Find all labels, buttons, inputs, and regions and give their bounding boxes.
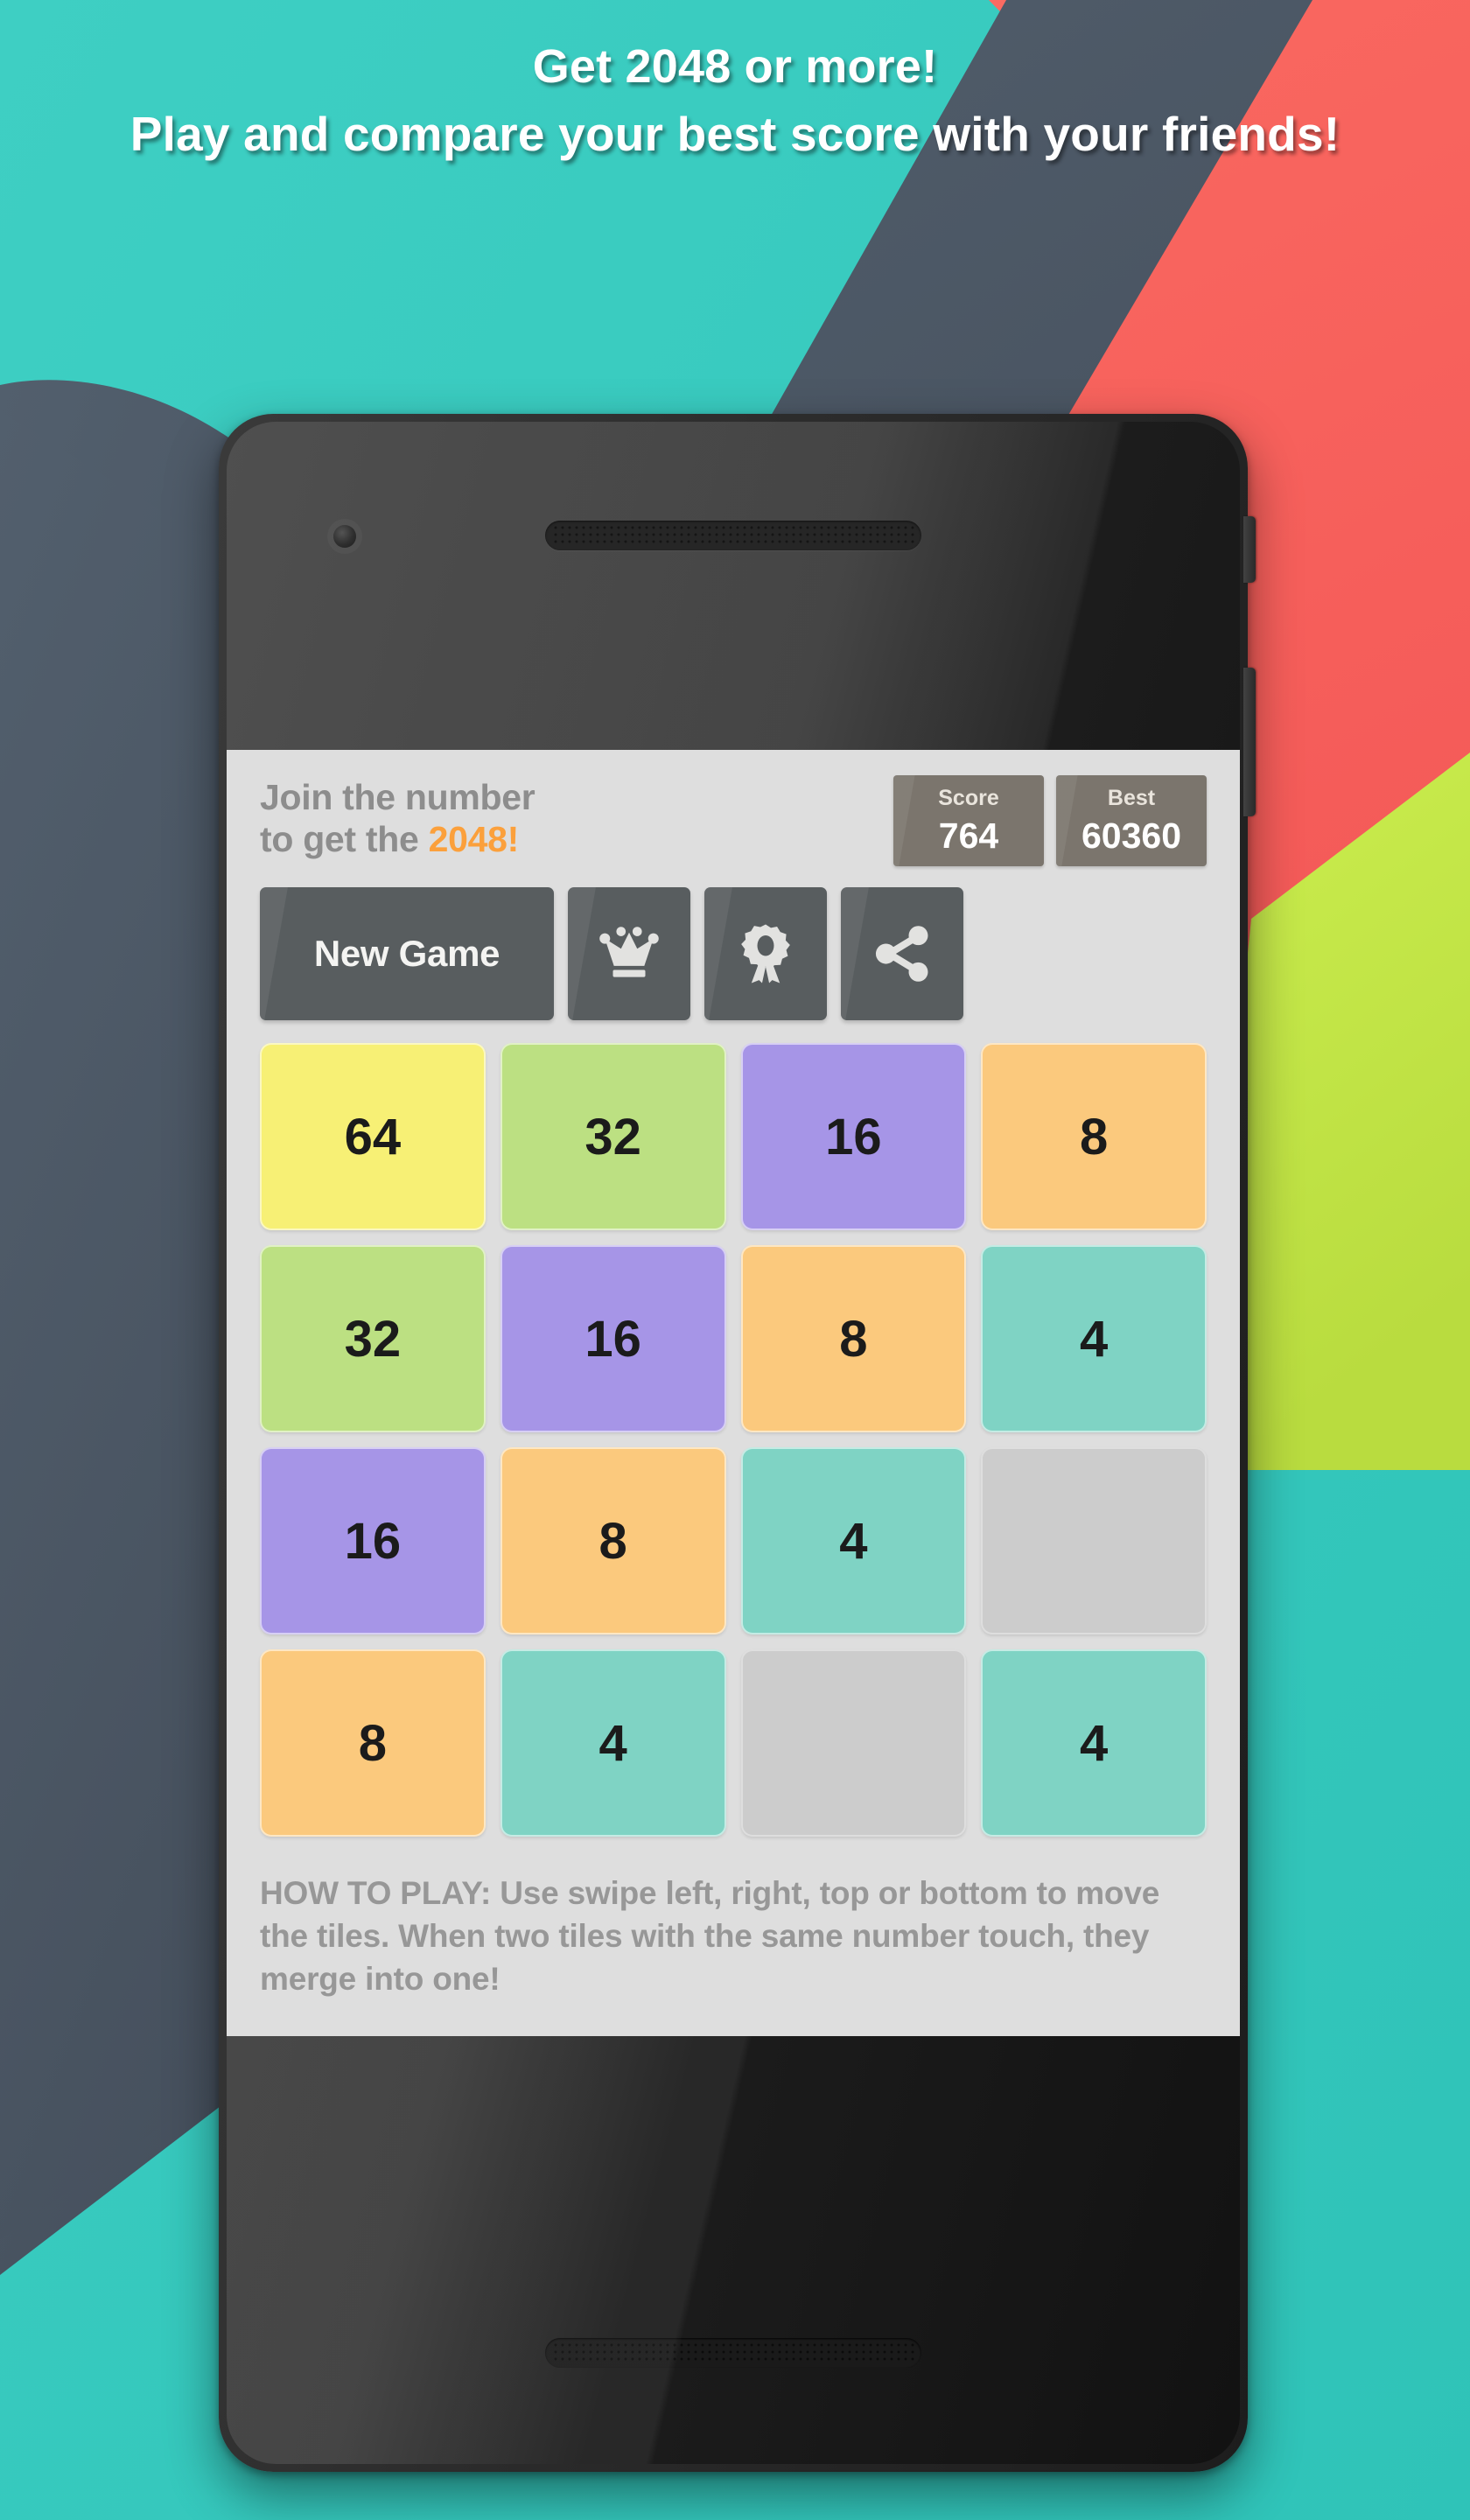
best-score-box: Best 60360 [1056, 775, 1207, 866]
new-game-button[interactable]: New Game [260, 887, 554, 1020]
phone-mockup: Join the number to get the 2048! Score 7… [219, 414, 1256, 2472]
action-button-row: New Game [260, 887, 1207, 1020]
leaderboard-button[interactable] [568, 887, 690, 1020]
score-group: Score 764 Best 60360 [893, 775, 1207, 866]
phone-screen: Join the number to get the 2048! Score 7… [227, 750, 1240, 2036]
tile-16: 16 [260, 1447, 486, 1634]
bottom-speaker-icon [545, 2338, 921, 2368]
tile-empty [740, 1649, 967, 1837]
front-camera-icon [333, 525, 356, 548]
game-2048-app: Join the number to get the 2048! Score 7… [227, 750, 1240, 2001]
tile-8: 8 [740, 1245, 967, 1432]
score-box: Score 764 [893, 775, 1044, 866]
power-button[interactable] [1243, 516, 1256, 583]
tile-8: 8 [500, 1447, 726, 1634]
tile-64: 64 [260, 1043, 486, 1230]
tile-16: 16 [740, 1043, 967, 1230]
earpiece-speaker-icon [545, 521, 921, 550]
tile-8: 8 [981, 1043, 1207, 1230]
tile-4: 4 [981, 1649, 1207, 1837]
tile-16: 16 [500, 1245, 726, 1432]
score-value: 764 [938, 816, 999, 856]
best-value: 60360 [1081, 816, 1181, 856]
achievements-button[interactable] [704, 887, 827, 1020]
score-label: Score [938, 786, 999, 810]
game-board[interactable]: 64 32 16 8 32 16 8 4 16 8 4 8 4 4 [260, 1043, 1207, 1837]
best-label: Best [1107, 786, 1156, 810]
tile-empty [981, 1447, 1207, 1634]
tile-4: 4 [740, 1447, 967, 1634]
award-ribbon-icon [741, 924, 790, 984]
crown-icon [599, 927, 659, 977]
tile-4: 4 [981, 1245, 1207, 1432]
new-game-label: New Game [313, 933, 500, 974]
app-header: Join the number to get the 2048! Score 7… [260, 774, 1207, 866]
how-to-play-text: HOW TO PLAY: Use swipe left, right, top … [260, 1875, 1160, 1998]
app-title: Join the number to get the 2048! [260, 774, 536, 861]
share-icon [875, 926, 928, 982]
tile-32: 32 [260, 1245, 486, 1432]
tile-4: 4 [500, 1649, 726, 1837]
app-title-line-2-prefix: to get the [260, 819, 429, 860]
tile-8: 8 [260, 1649, 486, 1837]
app-title-line-1: Join the number [260, 777, 536, 817]
app-title-highlight: 2048! [428, 819, 520, 860]
volume-button[interactable] [1243, 668, 1256, 816]
tile-32: 32 [500, 1043, 726, 1230]
share-button[interactable] [841, 887, 963, 1020]
